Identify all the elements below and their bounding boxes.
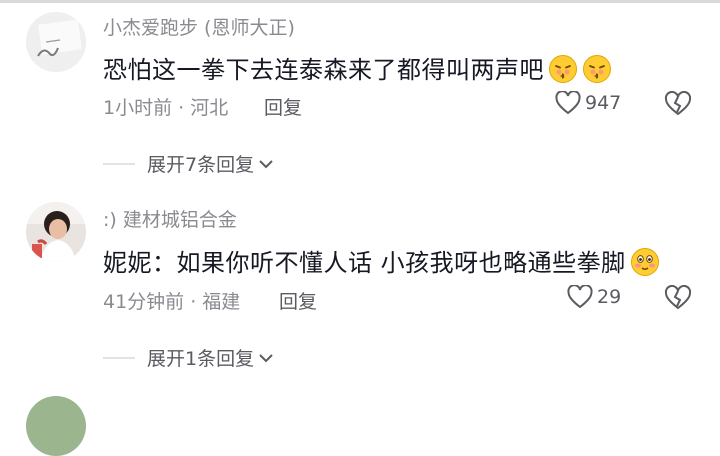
kiss-emoji-icon	[549, 55, 577, 83]
like-count: 29	[597, 286, 622, 308]
kiss-emoji-icon	[583, 55, 611, 83]
comment-time-location: 1小时前 · 河北	[103, 97, 229, 119]
like-button[interactable]: 29	[567, 285, 621, 309]
reply-button[interactable]: 回复	[279, 287, 317, 314]
expand-replies-button[interactable]: 展开1条回复	[103, 344, 275, 371]
expand-replies-label: 展开7条回复	[147, 154, 255, 176]
expand-replies-label: 展开1条回复	[147, 348, 255, 370]
chevron-down-icon	[259, 353, 273, 362]
comment-time-location: 41分钟前 · 福建	[103, 291, 241, 313]
avatar[interactable]	[26, 202, 86, 262]
broken-heart-icon	[664, 284, 692, 310]
dislike-button[interactable]	[664, 284, 692, 315]
like-count: 947	[585, 92, 622, 114]
comment-item: :) 建材城铝合金 妮妮：如果你听不懂人话 小孩我呀也略通些拳脚 41分钟前 ·…	[0, 190, 720, 375]
heart-outline-icon	[567, 285, 593, 309]
avatar[interactable]	[26, 12, 86, 72]
avatar-image	[26, 12, 86, 72]
comment-text: 妮妮：如果你听不懂人话 小孩我呀也略通些拳脚	[103, 243, 660, 278]
comment-text: 恐怕这一拳下去连泰森来了都得叫两声吧	[103, 50, 612, 85]
blush-emoji-icon	[630, 248, 659, 276]
avatar-image	[26, 202, 86, 262]
heart-outline-icon	[555, 91, 581, 115]
comment-username[interactable]: :) 建材城铝合金	[103, 205, 237, 232]
dislike-button[interactable]	[664, 90, 692, 121]
comment-body: 妮妮：如果你听不懂人话 小孩我呀也略通些拳脚	[103, 249, 626, 277]
expand-replies-button[interactable]: 展开7条回复	[103, 150, 275, 177]
broken-heart-icon	[664, 90, 692, 116]
chevron-down-icon	[259, 159, 273, 168]
comment-item: 小杰爱跑步 (恩师大正) 恐怕这一拳下去连泰森来了都得叫两声吧 1小时前 · 河…	[0, 0, 720, 190]
divider	[103, 162, 135, 165]
comment-username[interactable]: 小杰爱跑步 (恩师大正)	[103, 13, 295, 40]
reply-button[interactable]: 回复	[264, 93, 302, 120]
comment-body: 恐怕这一拳下去连泰森来了都得叫两声吧	[103, 56, 544, 84]
divider	[103, 356, 135, 359]
avatar[interactable]	[26, 396, 86, 456]
like-button[interactable]: 947	[555, 91, 621, 115]
